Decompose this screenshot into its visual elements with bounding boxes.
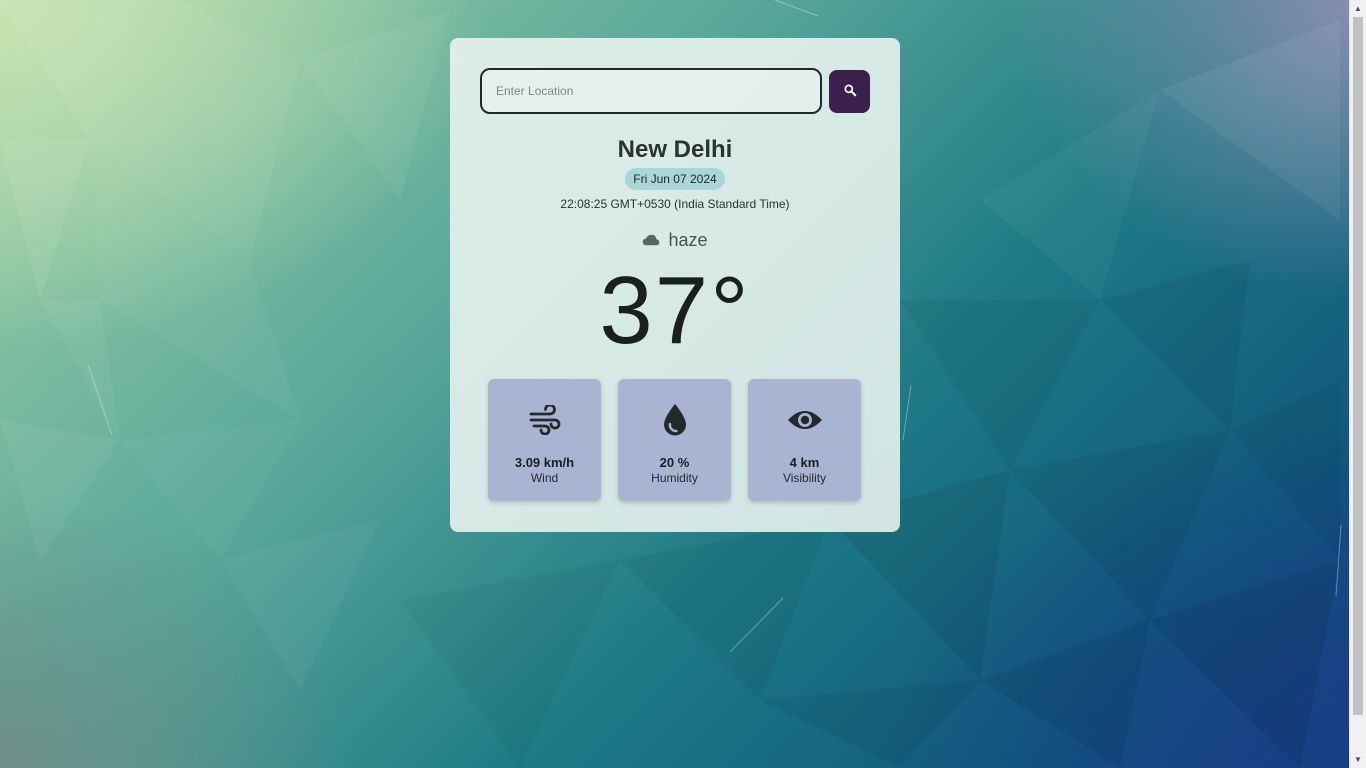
humidity-label: Humidity <box>651 471 698 485</box>
scroll-down-icon[interactable]: ▼ <box>1350 751 1366 768</box>
location-search-input[interactable] <box>480 68 822 114</box>
scrollbar-thumb[interactable] <box>1353 17 1363 715</box>
date-badge: Fri Jun 07 2024 <box>625 168 725 190</box>
humidity-value: 20 % <box>659 455 690 470</box>
humidity-tile: 20 % Humidity <box>618 379 731 501</box>
scroll-up-icon[interactable]: ▲ <box>1350 0 1366 17</box>
cloud-icon <box>642 230 660 251</box>
search-button[interactable] <box>829 69 870 113</box>
visibility-label: Visibility <box>782 471 827 485</box>
water-drop-icon <box>662 403 688 437</box>
wind-icon <box>528 403 562 437</box>
condition-text: haze <box>668 230 708 250</box>
weather-card: New Delhi Fri Jun 07 2024 22:08:25 GMT+0… <box>450 38 900 532</box>
weather-stats: 3.09 km/h Wind 20 % Humidity 4 km Visibi… <box>488 379 861 501</box>
eye-icon <box>787 403 823 437</box>
local-time: 22:08:25 GMT+0530 (India Standard Time) <box>560 197 790 211</box>
temperature: 37° <box>599 257 751 364</box>
city-name: New Delhi <box>617 136 733 163</box>
wind-label: Wind <box>530 471 559 485</box>
search-icon <box>843 83 857 100</box>
wind-value: 3.09 km/h <box>514 455 575 470</box>
wind-tile: 3.09 km/h Wind <box>488 379 601 501</box>
visibility-tile: 4 km Visibility <box>748 379 861 501</box>
weather-condition: haze <box>450 230 900 251</box>
search-bar <box>480 68 870 114</box>
visibility-value: 4 km <box>789 455 820 470</box>
vertical-scrollbar[interactable]: ▲ ▼ <box>1349 0 1366 768</box>
